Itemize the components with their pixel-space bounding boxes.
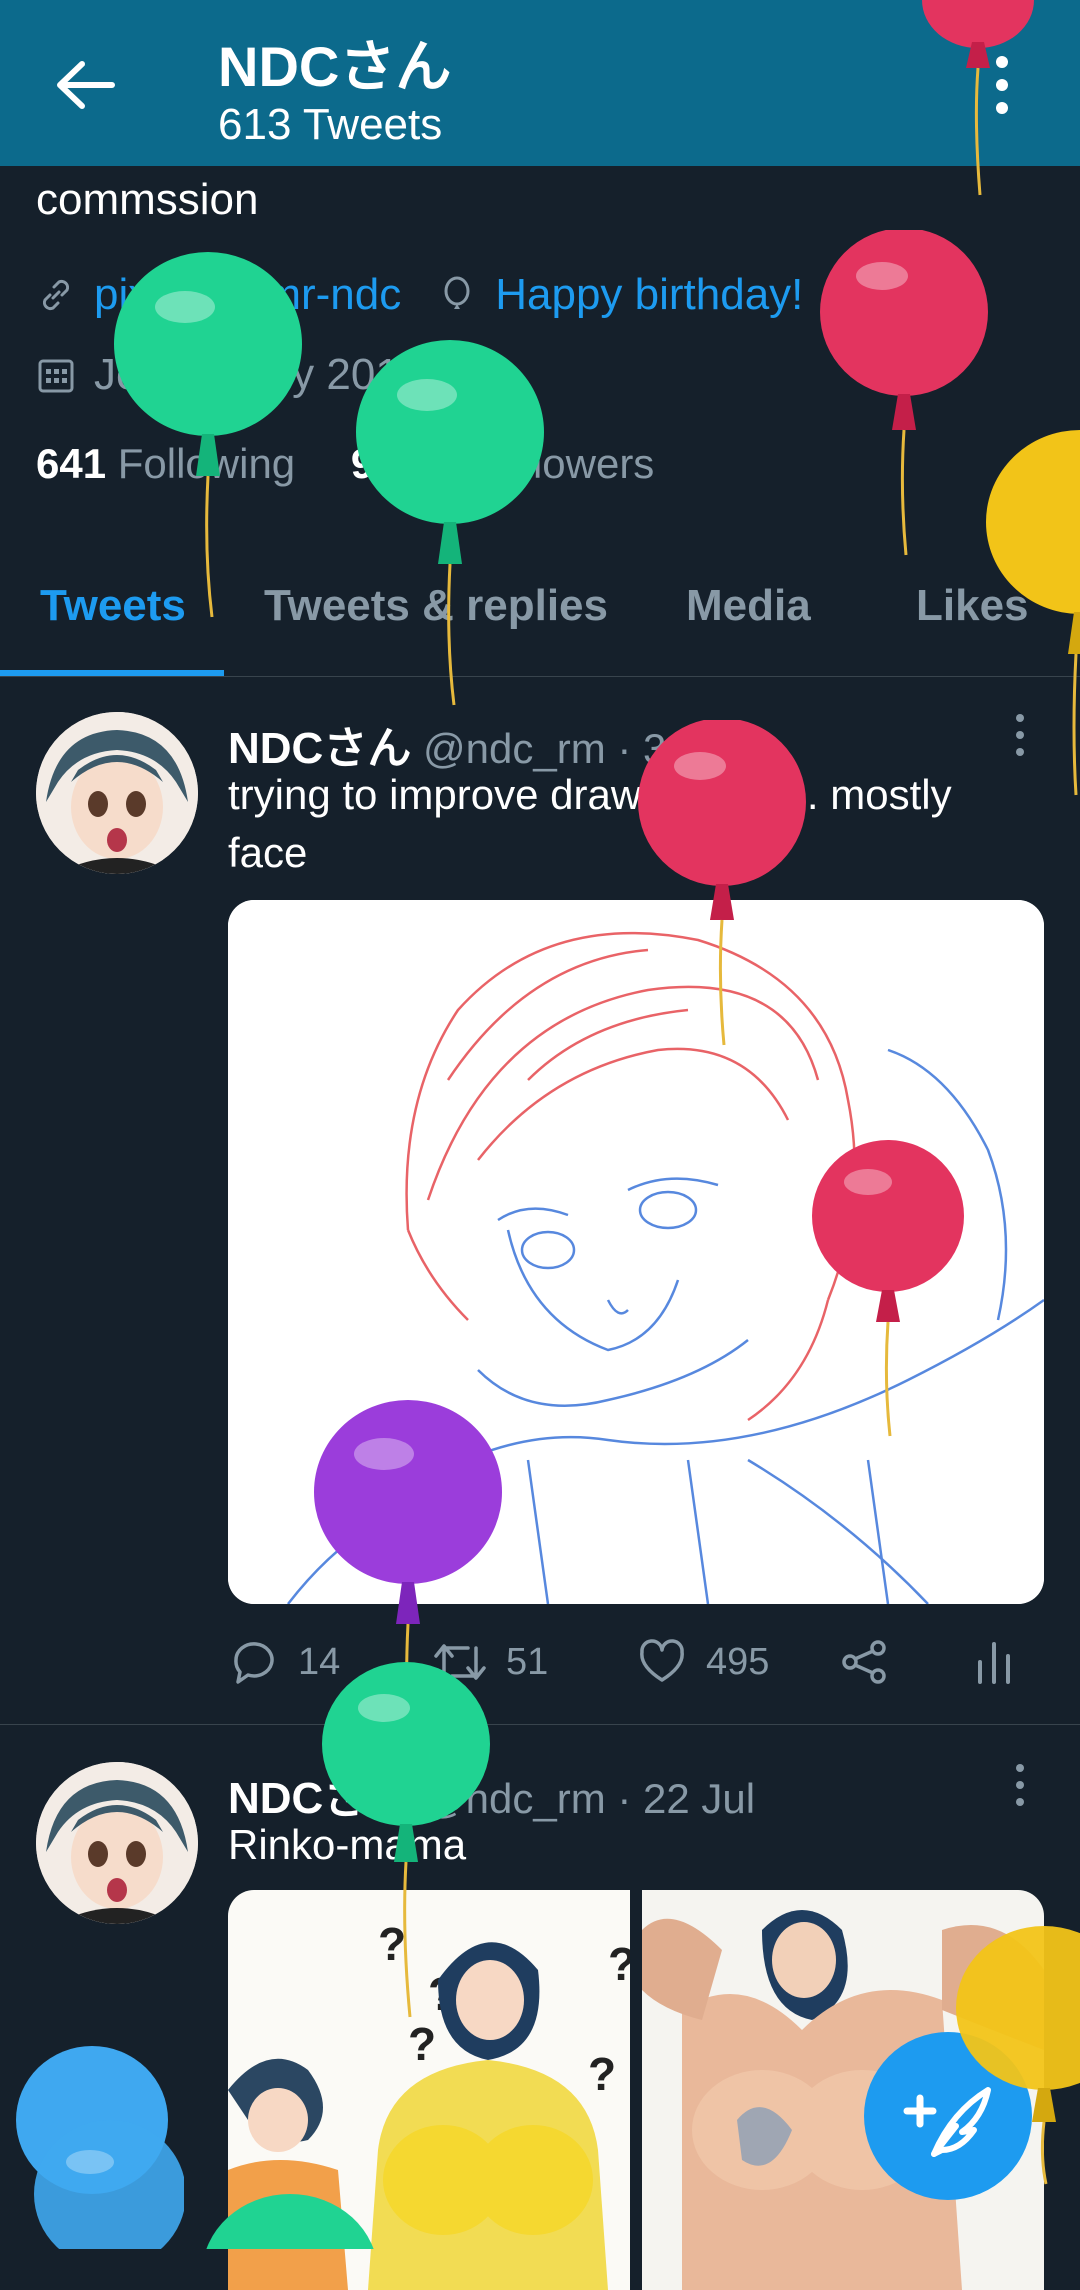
- balloon-decoration: [820, 230, 988, 556]
- profile-bio: commssion: [36, 175, 259, 224]
- back-arrow-icon[interactable]: [52, 52, 118, 118]
- balloon-decoration: [986, 430, 1080, 796]
- profile-title: NDCさん: [218, 35, 452, 98]
- svg-text:?: ?: [588, 2048, 616, 2100]
- following-count: 641: [36, 440, 107, 487]
- balloon-decoration: [956, 1926, 1080, 2185]
- share-icon: [842, 1640, 886, 1684]
- balloon-decoration: [638, 720, 806, 1046]
- svg-text:?: ?: [408, 2018, 436, 2070]
- balloon-decoration: [16, 2046, 184, 2249]
- avatar[interactable]: [36, 1762, 198, 1924]
- balloon-decoration: [812, 1140, 964, 1437]
- calendar-icon: [38, 359, 74, 393]
- tweet-text: trying to improve drawing style.. mostly…: [228, 771, 952, 876]
- balloon-decoration: [322, 1662, 490, 2018]
- analytics-button[interactable]: [968, 1636, 1038, 1688]
- balloon-icon: [444, 276, 470, 309]
- balloon-decoration: [356, 340, 544, 706]
- tweet-divider: [0, 1724, 1080, 1725]
- balloon-decoration: [922, 0, 1034, 196]
- avatar[interactable]: [36, 712, 198, 874]
- birthday-text[interactable]: Happy birthday!: [495, 270, 803, 320]
- active-tab-indicator: [0, 670, 224, 676]
- balloon-decoration: [114, 252, 302, 618]
- retweet-count: 51: [506, 1640, 549, 1683]
- share-button[interactable]: [838, 1636, 908, 1688]
- analytics-icon: [978, 1642, 1010, 1684]
- avatar-image: [36, 1762, 198, 1924]
- balloon-decoration: [206, 2194, 374, 2249]
- tweet-count: 613 Tweets: [218, 100, 443, 149]
- more-vertical-icon[interactable]: [1010, 1760, 1030, 1810]
- link-icon: [42, 279, 70, 311]
- svg-text:?: ?: [608, 1938, 630, 1990]
- tab-media[interactable]: Media: [686, 570, 811, 676]
- like-icon: [640, 1639, 684, 1682]
- like-button[interactable]: 495: [636, 1636, 769, 1688]
- avatar-image: [36, 712, 198, 874]
- reply-icon: [234, 1642, 274, 1684]
- like-count: 495: [706, 1640, 770, 1683]
